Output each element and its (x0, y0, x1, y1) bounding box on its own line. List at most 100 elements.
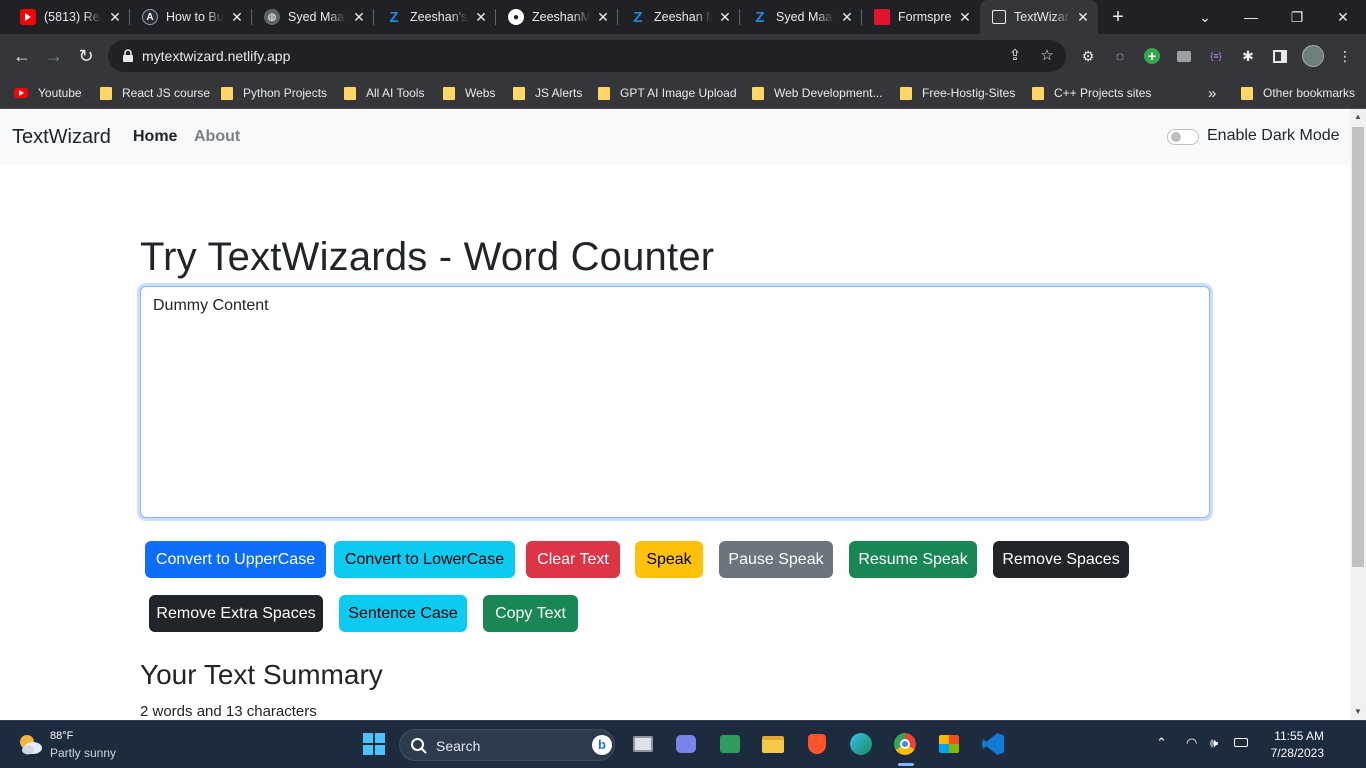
browser-tab-8[interactable]: Formspree ✕ (862, 0, 980, 34)
folder-icon (513, 86, 525, 100)
volume-icon[interactable]: 🕪 (1210, 735, 1218, 751)
close-icon[interactable]: ✕ (596, 9, 610, 26)
close-icon[interactable]: ✕ (718, 9, 732, 26)
taskbar-search[interactable]: Search b (399, 729, 615, 761)
windows-start-icon[interactable] (361, 731, 387, 757)
bookmark-free-hostig-sites[interactable]: Free-Hostig-Sites (900, 83, 1015, 103)
chrome-browser-icon[interactable] (892, 731, 918, 757)
bookmark-webs[interactable]: Webs (443, 83, 495, 103)
menu-icon[interactable]: ⋮ (1336, 47, 1354, 65)
json-viewer-icon[interactable]: {≡} (1207, 47, 1225, 65)
scrollbar-thumb[interactable] (1352, 127, 1364, 567)
clear-text-button[interactable]: Clear Text (526, 541, 620, 578)
brand-link[interactable]: TextWizard (12, 126, 111, 149)
remove-spaces-button[interactable]: Remove Spaces (993, 541, 1129, 578)
browser-tab-active[interactable]: TextWizard ✕ (980, 0, 1098, 34)
browser-tab-6[interactable]: Z Zeeshan M ✕ (618, 0, 740, 34)
nav-link-about[interactable]: About (194, 128, 240, 146)
reload-button[interactable]: ↻ (73, 43, 99, 69)
bookmark-python-projects[interactable]: Python Projects (221, 83, 327, 103)
nav-link-home[interactable]: Home (133, 128, 177, 146)
close-icon[interactable]: ✕ (474, 9, 488, 26)
dark-mode-label[interactable]: Enable Dark Mode (1207, 127, 1340, 145)
chevron-up-icon[interactable]: ⌃ (1156, 735, 1167, 751)
avatar[interactable] (1302, 45, 1324, 67)
convert-uppercase-button[interactable]: Convert to UpperCase (145, 541, 326, 578)
z-logo-icon: Z (389, 8, 399, 26)
task-view-icon[interactable] (630, 731, 656, 757)
url-text[interactable]: mytextwizard.netlify.app (142, 48, 290, 64)
browser-tab-2[interactable]: A How to Build ✕ (130, 0, 252, 34)
gear-icon[interactable]: ⚙ (1079, 47, 1097, 65)
bookmark-js-alerts[interactable]: JS Alerts (513, 83, 582, 103)
clock-date[interactable]: 7/28/2023 (1266, 746, 1324, 760)
close-window-button[interactable]: ✕ (1320, 0, 1366, 34)
scroll-up-icon[interactable]: ▲ (1350, 109, 1366, 125)
plus-circle-icon[interactable]: + (1143, 47, 1161, 65)
bookmark-label: Python Projects (243, 86, 328, 100)
copy-text-button[interactable]: Copy Text (483, 595, 578, 632)
speak-button[interactable]: Speak (635, 541, 703, 578)
media-player-icon[interactable] (717, 731, 743, 757)
camera-icon[interactable] (1175, 47, 1193, 65)
text-input-area[interactable] (140, 286, 1210, 518)
teams-chat-icon[interactable] (673, 731, 699, 757)
globe-icon: ◍ (264, 9, 280, 25)
bookmark-youtube[interactable]: Youtube (14, 83, 82, 103)
wifi-icon[interactable]: ◠ (1186, 735, 1197, 751)
microsoft-store-icon[interactable] (936, 731, 962, 757)
restore-button[interactable]: ❐ (1274, 0, 1320, 34)
browser-tab-5[interactable]: ● ZeeshanM ✕ (496, 0, 618, 34)
bing-icon[interactable]: b (592, 735, 612, 755)
address-bar[interactable]: mytextwizard.netlify.app ⇪ ☆ (108, 40, 1066, 72)
vscode-icon[interactable] (980, 731, 1006, 757)
close-icon[interactable]: ✕ (352, 9, 366, 26)
bookmark-gpt-ai-image-upload[interactable]: GPT AI Image Upload (598, 83, 737, 103)
puzzle-icon[interactable]: ✱ (1239, 47, 1257, 65)
bookmark-react-js-course[interactable]: React JS course (100, 83, 210, 103)
convert-lowercase-button[interactable]: Convert to LowerCase (334, 541, 515, 578)
back-button[interactable]: ← (9, 43, 35, 69)
active-app-indicator (898, 763, 914, 766)
bookmark-other-bookmarks[interactable]: Other bookmarks (1241, 83, 1355, 103)
pause-speak-button[interactable]: Pause Speak (719, 541, 833, 578)
z-logo-icon: Z (633, 8, 643, 26)
new-tab-button[interactable]: + (1106, 5, 1130, 29)
weather-temperature[interactable]: 88°F (50, 730, 73, 742)
tab-search-button[interactable]: ⌄ (1182, 0, 1228, 34)
page-icon (992, 10, 1006, 24)
edge-browser-icon[interactable] (848, 731, 874, 757)
bookmarks-overflow-button[interactable]: » (1208, 83, 1216, 103)
star-icon[interactable]: ☆ (1038, 47, 1056, 65)
partly-sunny-icon[interactable] (16, 731, 44, 757)
close-icon[interactable]: ✕ (108, 9, 122, 26)
bookmark-all-ai-tools[interactable]: All AI Tools (344, 83, 424, 103)
browser-tab-1[interactable]: (5813) React ✕ (8, 0, 130, 34)
file-explorer-icon[interactable] (760, 731, 786, 757)
close-icon[interactable]: ✕ (1076, 9, 1090, 26)
share-icon[interactable]: ⇪ (1006, 47, 1024, 65)
weather-description[interactable]: Partly sunny (50, 746, 116, 760)
sync-icon[interactable]: ◌ (1111, 47, 1129, 65)
dark-mode-toggle[interactable] (1167, 129, 1199, 145)
browser-tab-4[interactable]: Z Zeeshan's ✕ (374, 0, 496, 34)
bookmarks-bar: Youtube React JS course Python Projects … (0, 78, 1366, 109)
close-icon[interactable]: ✕ (230, 9, 244, 26)
bookmark-web-development[interactable]: Web Development... (752, 83, 883, 103)
browser-tab-3[interactable]: ◍ Syed Maaz ✕ (252, 0, 374, 34)
clock-time[interactable]: 11:55 AM (1268, 729, 1324, 743)
browser-tab-7[interactable]: Z Syed Maaz ✕ (740, 0, 862, 34)
resume-speak-button[interactable]: Resume Speak (849, 541, 977, 578)
close-icon[interactable]: ✕ (840, 9, 854, 26)
minimize-button[interactable]: — (1228, 0, 1274, 34)
page-scrollbar[interactable]: ▲ ▼ (1350, 109, 1366, 720)
forward-button[interactable]: → (41, 43, 67, 69)
scroll-down-icon[interactable]: ▼ (1350, 704, 1366, 720)
sentence-case-button[interactable]: Sentence Case (339, 595, 467, 632)
bookmark-cpp-projects-sites[interactable]: C++ Projects sites (1032, 83, 1151, 103)
side-panel-icon[interactable] (1271, 47, 1289, 65)
remove-extra-spaces-button[interactable]: Remove Extra Spaces (149, 595, 323, 632)
brave-browser-icon[interactable] (804, 731, 830, 757)
battery-icon[interactable] (1234, 735, 1248, 750)
close-icon[interactable]: ✕ (958, 9, 972, 26)
